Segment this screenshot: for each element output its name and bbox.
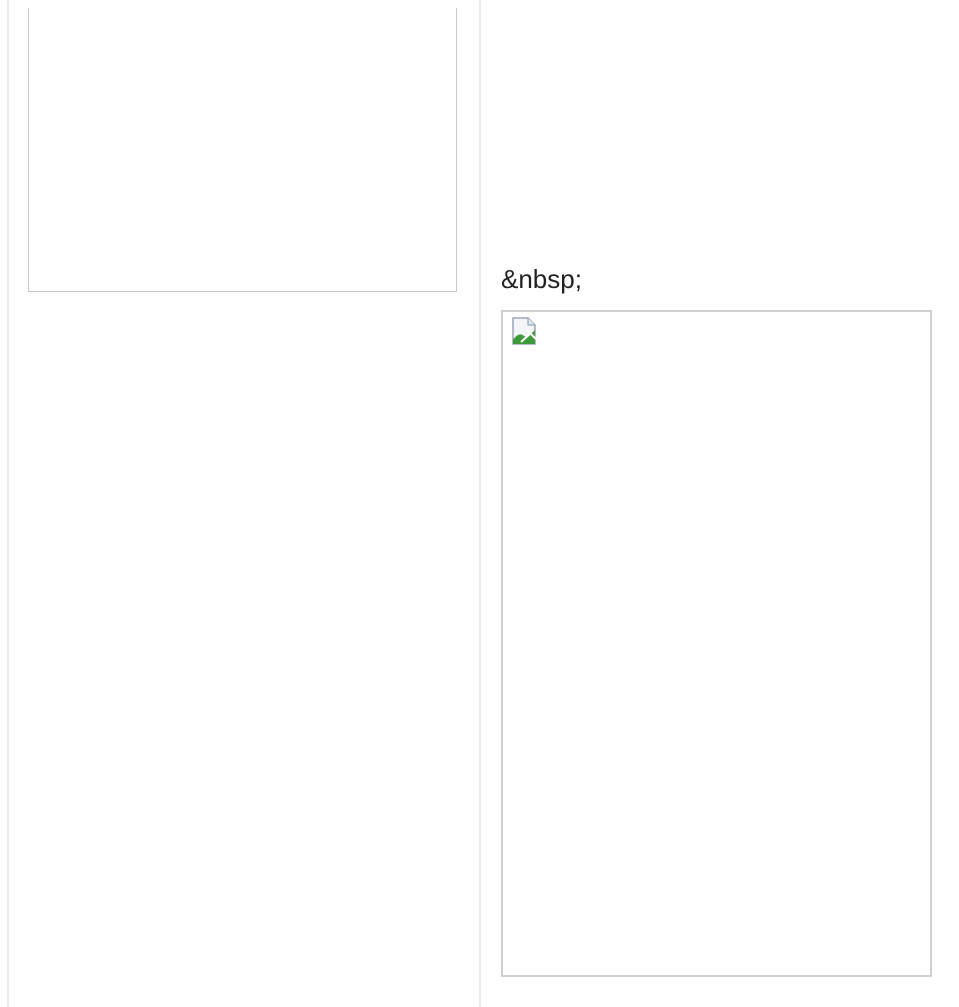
image-frame-right [501,310,932,977]
middle-column-rule [479,0,481,1007]
left-column-rule [7,0,9,1007]
embedded-frame-left [28,8,457,292]
broken-image-icon [509,316,539,348]
escaped-nbsp-text: &nbsp; [501,264,582,294]
